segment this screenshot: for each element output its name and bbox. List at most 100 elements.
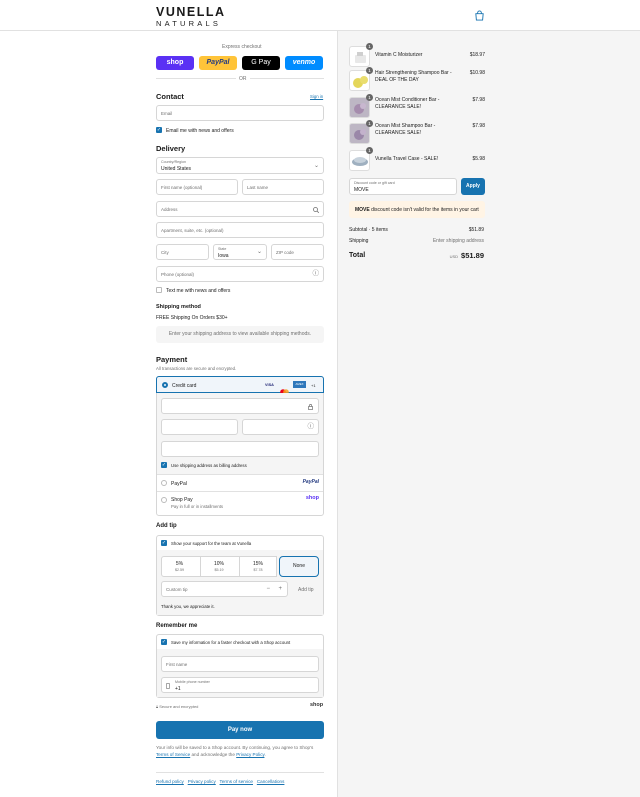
secure-note: 🔒︎ Secure and encrypted (156, 704, 198, 709)
secure-text: Secure and encrypted (159, 704, 199, 709)
custom-tip-field[interactable]: Custom tip − + (161, 581, 288, 597)
country-label: Country/Region (161, 160, 186, 164)
decrease-tip-button[interactable]: − (266, 586, 270, 592)
first-name-field[interactable]: First name (optional) (156, 179, 238, 195)
shopping-bag-icon[interactable] (474, 10, 485, 21)
privacy-policy-footer-link[interactable]: Privacy policy (188, 779, 216, 784)
tip-amount: $7.78 (253, 567, 263, 572)
remember-me-heading: Remember me (156, 623, 198, 629)
apartment-field[interactable]: Apartment, suite, etc. (optional) (156, 222, 324, 238)
discount-code-input[interactable]: Discount code or gift card MOVE (349, 178, 457, 195)
mastercard-icon (280, 382, 289, 395)
shipping-methods-placeholder: Enter your shipping address to view avai… (156, 326, 324, 343)
add-tip-heading: Add tip (156, 523, 177, 529)
tip-amount: $5.19 (214, 567, 224, 572)
text-news-label: Text me with news and offers (166, 288, 231, 294)
quantity-badge: 1 (366, 120, 373, 127)
last-name-field[interactable]: Last name (242, 179, 324, 195)
state-label: State (218, 247, 227, 251)
chevron-down-icon: ⌄ (313, 163, 319, 169)
state-value: Iowa (218, 253, 229, 259)
privacy-policy-link[interactable]: Privacy Policy (236, 752, 264, 757)
card-number-field[interactable] (161, 398, 319, 414)
email-news-checkbox[interactable]: ✓ (156, 127, 162, 133)
country-select[interactable]: Country/Region United States ⌄ (156, 157, 324, 174)
help-icon[interactable]: ⓘ (313, 270, 320, 278)
free-shipping-note: FREE Shipping On Orders $30+ (156, 315, 228, 321)
address-placeholder: Address (161, 207, 178, 212)
credit-card-option[interactable]: Credit card VISA AMEX +1 (156, 376, 324, 395)
shipping-label: Shipping (349, 238, 369, 244)
save-info-checkbox[interactable]: ✓ (161, 639, 167, 645)
tip-support-checkbox[interactable]: ✓ (161, 540, 167, 546)
venmo-button[interactable]: venmo (285, 56, 323, 70)
warning-text: discount code isn't valid for the items … (371, 207, 479, 213)
shop-pay-option[interactable]: Shop Pay Pay in full or in installments … (157, 492, 323, 515)
contact-heading: Contact (156, 92, 184, 101)
custom-tip-placeholder: Custom tip (166, 587, 188, 592)
zip-field[interactable]: ZIP code (271, 244, 324, 260)
item-price: $7.98 (472, 123, 485, 129)
order-summary-panel (337, 31, 640, 797)
tip-amount: $2.59 (175, 567, 184, 572)
shop-pay-subtitle: Pay in full or in installments (171, 504, 224, 509)
brand-logo[interactable]: VUNELLA NATURALS (156, 6, 226, 27)
terms-of-service-footer-link[interactable]: Terms of service (220, 779, 253, 784)
paypal-option[interactable]: PayPal PayPal (157, 475, 323, 491)
shipping-value: Enter shipping address (432, 238, 484, 244)
increase-tip-button[interactable]: + (278, 586, 282, 592)
line-item: 1 Vitamin C Moisturizer $18.97 (349, 43, 485, 68)
expiration-field[interactable] (161, 419, 238, 435)
shop-first-name-field[interactable]: First name (161, 656, 319, 672)
item-price: $5.98 (472, 156, 485, 162)
item-price: $18.97 (469, 52, 485, 58)
line-item: 1 Ocean Mist Shampoo Bar - CLEARANCE SAL… (349, 120, 485, 145)
sign-in-link[interactable]: Sign in (310, 94, 323, 99)
item-name: Vitamin C Moisturizer (375, 52, 423, 58)
tip-option-none[interactable]: None (279, 556, 319, 577)
address-field[interactable]: Address (156, 201, 324, 217)
paypal-button[interactable]: PayPal (199, 56, 237, 70)
item-price: $10.98 (469, 70, 485, 76)
refund-policy-link[interactable]: Refund policy (156, 779, 184, 784)
email-field[interactable]: Email (156, 105, 324, 121)
tip-option-10[interactable]: 10% $5.19 (200, 557, 237, 577)
chevron-down-icon: ⌄ (256, 249, 262, 255)
tip-option-15[interactable]: 15% $7.78 (239, 557, 276, 577)
radio-unselected (161, 497, 167, 503)
last-name-placeholder: Last name (247, 185, 269, 190)
search-icon (313, 207, 319, 213)
google-pay-button[interactable]: G Pay (242, 56, 280, 70)
apply-button[interactable]: Apply (461, 178, 485, 195)
help-icon[interactable]: ⓘ (308, 423, 315, 431)
tip-thanks-text: Thank you, we appreciate it. (161, 604, 215, 609)
lock-icon: 🔒︎ (156, 704, 159, 709)
add-tip-button[interactable]: Add tip (298, 587, 314, 593)
phone-field[interactable]: Phone (optional) ⓘ (156, 266, 324, 282)
phone-placeholder: Phone (optional) (161, 272, 195, 277)
mobile-phone-field[interactable]: Mobile phone number +1 (161, 677, 319, 693)
header: VUNELLA NATURALS (0, 0, 640, 31)
radio-unselected (161, 480, 167, 486)
tip-option-5[interactable]: 5% $2.59 (161, 557, 198, 577)
legal-text-1: Your info will be saved to a Shop accoun… (156, 745, 314, 750)
text-news-checkbox[interactable] (156, 287, 162, 293)
paypal-logo: PayPal (302, 479, 319, 485)
payment-heading: Payment (156, 355, 188, 364)
terms-of-service-link[interactable]: Terms of Service (156, 752, 190, 757)
item-price: $7.98 (472, 97, 485, 103)
pay-now-button[interactable]: Pay now (156, 721, 324, 739)
city-field[interactable]: City (156, 244, 209, 260)
state-select[interactable]: State Iowa ⌄ (213, 244, 267, 260)
security-code-field[interactable]: ⓘ (242, 419, 319, 435)
shop-pay-logo: shop (305, 495, 319, 501)
name-on-card-field[interactable] (161, 441, 319, 457)
cancellations-link[interactable]: Cancellations (257, 779, 285, 784)
item-name: Vunella Travel Case - SALE! (375, 156, 439, 162)
country-value: United States (161, 166, 192, 172)
zip-placeholder: ZIP code (276, 250, 294, 255)
line-item: 1 Ocean Mist Conditioner Bar - CLEARANCE… (349, 94, 485, 119)
shop-pay-button[interactable]: shop (156, 56, 194, 70)
billing-address-checkbox[interactable]: ✓ (161, 462, 167, 468)
legal-text: Your info will be saved to a Shop accoun… (156, 745, 314, 758)
